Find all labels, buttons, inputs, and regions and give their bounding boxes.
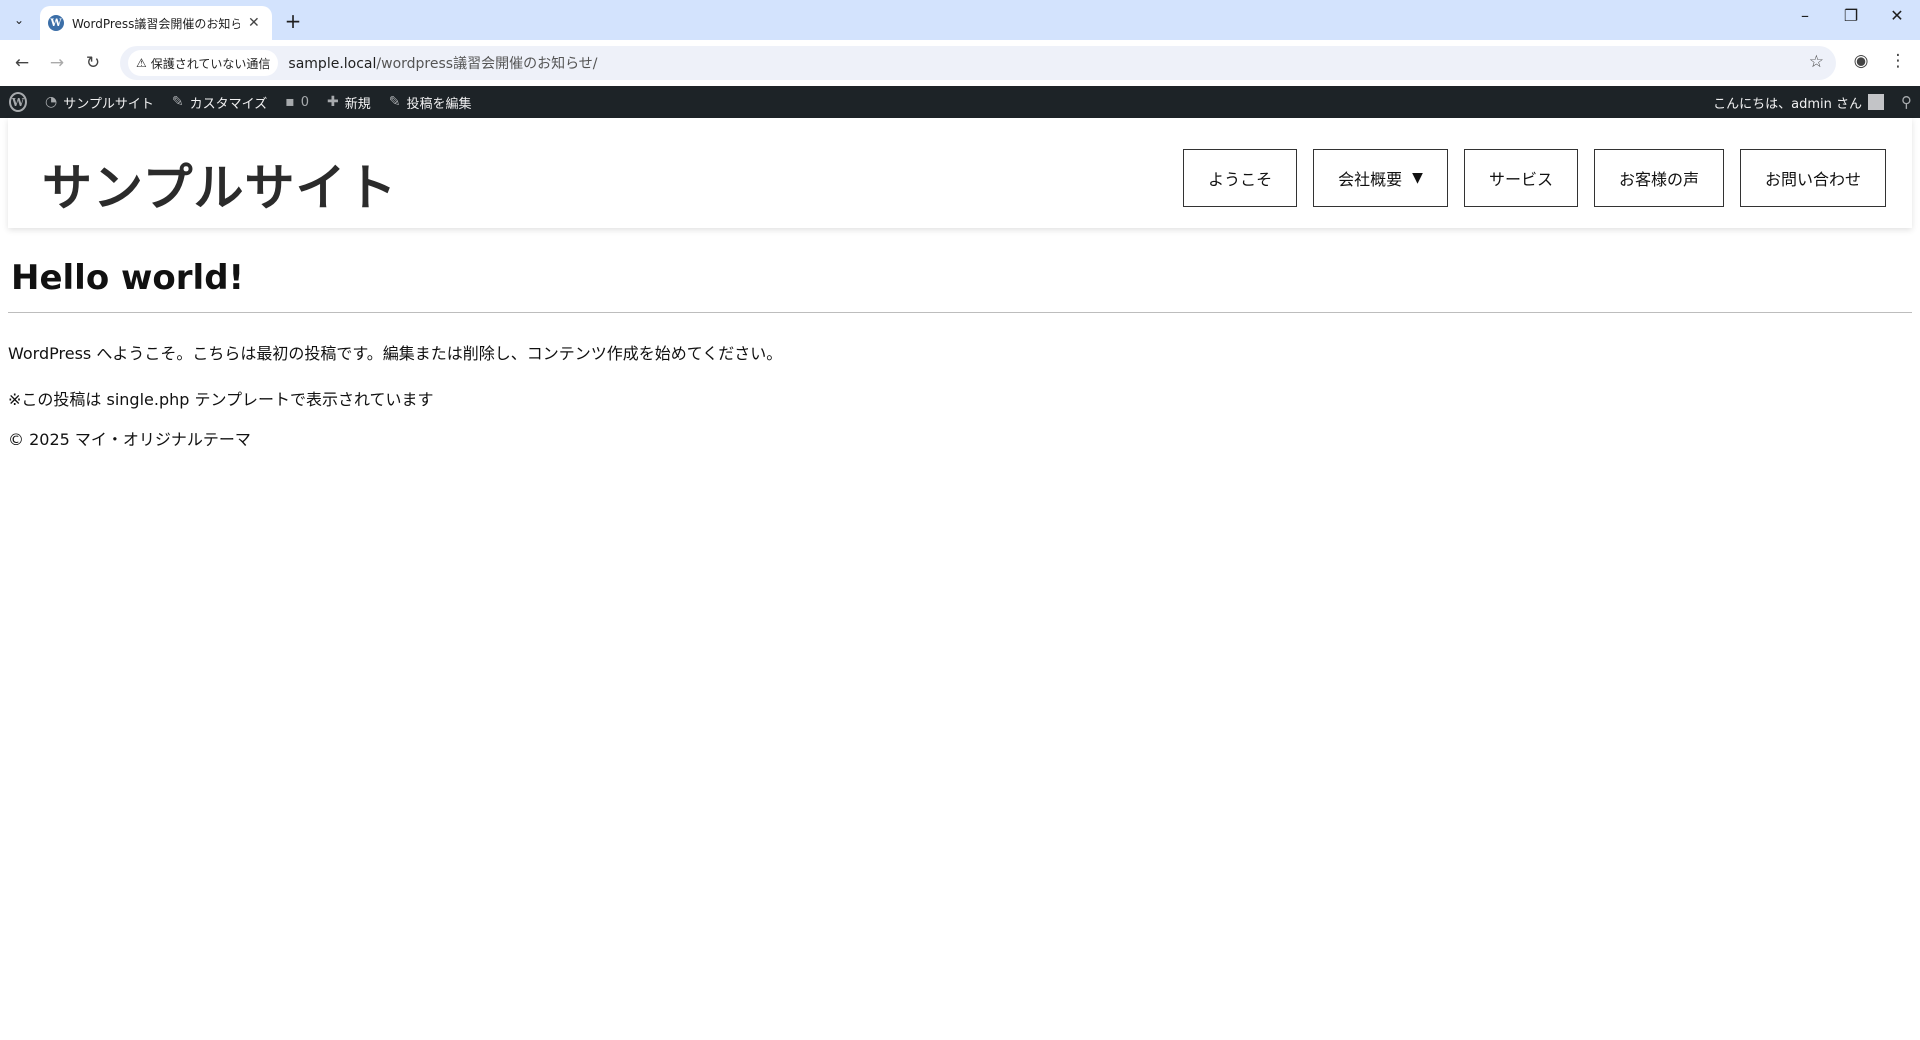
warning-icon: ⚠ xyxy=(136,56,147,70)
divider xyxy=(8,312,1912,313)
adminbar-site-name-label: サンプルサイト xyxy=(63,96,154,112)
post-title: Hello world! xyxy=(11,258,245,298)
adminbar-customize-label: カスタマイズ xyxy=(189,96,268,112)
comment-bubble-icon: ▪ xyxy=(285,94,295,110)
url-host: sample.local xyxy=(288,56,377,72)
restore-icon[interactable]: ❐ xyxy=(1828,6,1874,25)
avatar xyxy=(1868,94,1884,110)
nav-item-welcome[interactable]: ようこそ xyxy=(1183,149,1298,207)
browser-tab[interactable]: W WordPress議習会開催のお知らせ ✕ xyxy=(40,6,272,40)
nav-item-label: お問い合わせ xyxy=(1764,170,1861,189)
plus-icon: ✚ xyxy=(326,94,339,110)
global-nav: ようこそ 会社概要 ▼ サービス お客様の声 お問い合わせ xyxy=(1183,149,1886,207)
menu-kebab-icon[interactable]: ⋮ xyxy=(1886,51,1910,71)
wp-admin-bar: W ◔ サンプルサイト ✎ カスタマイズ ▪ 0 ✚ 新規 ✎ 投稿を編集 こん… xyxy=(0,86,1920,118)
nav-item-label: ようこそ xyxy=(1208,170,1273,189)
template-note: ※この投稿は single.php テンプレートで表示されています xyxy=(8,390,434,409)
minimize-icon[interactable]: – xyxy=(1782,6,1828,25)
nav-item-services[interactable]: サービス xyxy=(1463,149,1578,207)
security-chip[interactable]: ⚠ 保護されていない通信 xyxy=(128,50,279,76)
nav-item-label: サービス xyxy=(1488,170,1553,189)
paintbrush-icon: ✎ xyxy=(171,94,184,110)
page: サンプルサイト ようこそ 会社概要 ▼ サービス お客様の声 お問い合わせ He… xyxy=(0,118,1920,449)
browser-toolbar: ← → ↻ ⚠ 保護されていない通信 sample.local/wordpres… xyxy=(0,40,1920,86)
tab-title: WordPress議習会開催のお知らせ xyxy=(72,16,240,31)
adminbar-edit-post[interactable]: ✎ 投稿を編集 xyxy=(380,86,481,118)
bookmark-star-icon[interactable]: ☆ xyxy=(1809,52,1824,72)
url-text[interactable]: sample.local/wordpress議習会開催のお知らせ/ xyxy=(288,53,597,73)
adminbar-edit-post-label: 投稿を編集 xyxy=(406,96,472,112)
site-footer: © 2025 マイ・オリジナルテーマ xyxy=(8,430,251,449)
post-body: WordPress へようこそ。こちらは最初の投稿です。編集または削除し、コンテ… xyxy=(8,344,783,363)
nav-item-label: お客様の声 xyxy=(1618,170,1699,189)
pencil-icon: ✎ xyxy=(388,94,401,110)
adminbar-site-name[interactable]: ◔ サンプルサイト xyxy=(36,86,163,118)
adminbar-new-label: 新規 xyxy=(344,96,371,112)
caret-down-icon: ▼ xyxy=(1412,170,1423,186)
browser-tab-strip: ⌄ W WordPress議習会開催のお知らせ ✕ + – ❐ ✕ xyxy=(0,0,1920,40)
nav-item-contact[interactable]: お問い合わせ xyxy=(1739,149,1886,207)
dashboard-icon: ◔ xyxy=(45,94,58,110)
profile-icon[interactable]: ◉ xyxy=(1849,51,1873,71)
adminbar-customize[interactable]: ✎ カスタマイズ xyxy=(163,86,276,118)
adminbar-new[interactable]: ✚ 新規 xyxy=(318,86,380,118)
nav-item-label: 会社概要 xyxy=(1338,170,1403,189)
adminbar-comments[interactable]: ▪ 0 xyxy=(276,86,318,118)
wordpress-favicon-icon: W xyxy=(48,15,64,31)
security-label: 保護されていない通信 xyxy=(150,56,271,71)
reload-icon[interactable]: ↻ xyxy=(82,52,104,74)
nav-item-testimonials[interactable]: お客様の声 xyxy=(1593,149,1724,207)
url-path: /wordpress議習会開催のお知らせ/ xyxy=(376,56,598,72)
tab-search-chevron-icon[interactable]: ⌄ xyxy=(6,8,32,32)
adminbar-my-account[interactable]: こんにちは、admin さん xyxy=(1704,86,1893,118)
window-close-icon[interactable]: ✕ xyxy=(1874,6,1920,25)
address-bar[interactable]: ⚠ 保護されていない通信 sample.local/wordpress議習会開催… xyxy=(120,46,1836,80)
wordpress-logo-icon: W xyxy=(9,92,27,112)
forward-arrow-icon[interactable]: → xyxy=(46,52,68,74)
wp-logo-menu[interactable]: W xyxy=(0,86,36,118)
site-header: サンプルサイト ようこそ 会社概要 ▼ サービス お客様の声 お問い合わせ xyxy=(8,118,1912,228)
adminbar-greeting: こんにちは、admin さん xyxy=(1713,96,1862,112)
tab-close-icon[interactable]: ✕ xyxy=(248,15,260,31)
comments-count: 0 xyxy=(300,94,309,110)
search-icon[interactable]: ⚲ xyxy=(1893,93,1920,111)
nav-item-company[interactable]: 会社概要 ▼ xyxy=(1313,149,1448,207)
new-tab-icon[interactable]: + xyxy=(282,9,304,33)
site-title[interactable]: サンプルサイト xyxy=(42,148,398,220)
back-arrow-icon[interactable]: ← xyxy=(11,52,33,74)
